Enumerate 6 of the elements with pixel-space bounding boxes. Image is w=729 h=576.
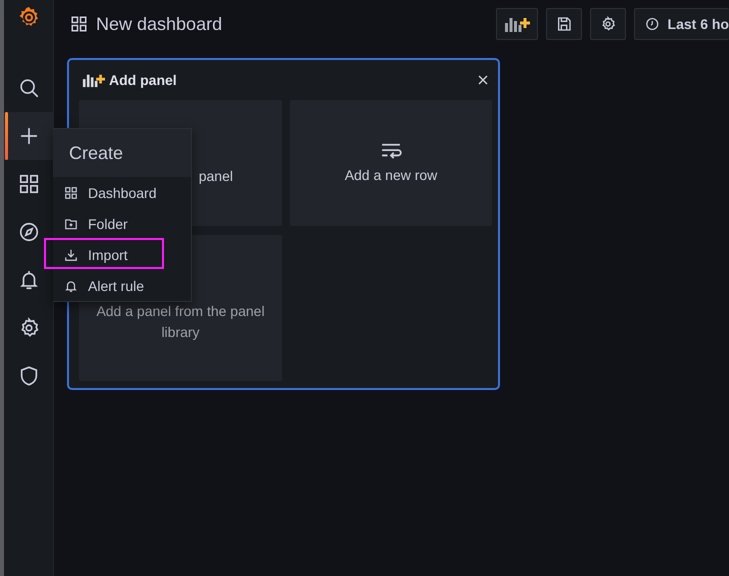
panel-title: Add panel [109,72,177,88]
card-label: Add a panel from the panel library [95,302,266,342]
dashboard-title: New dashboard [96,14,222,34]
card-label: Add a new row [344,167,438,183]
menu-title: Create [69,142,124,164]
card-label: panel [198,168,233,184]
